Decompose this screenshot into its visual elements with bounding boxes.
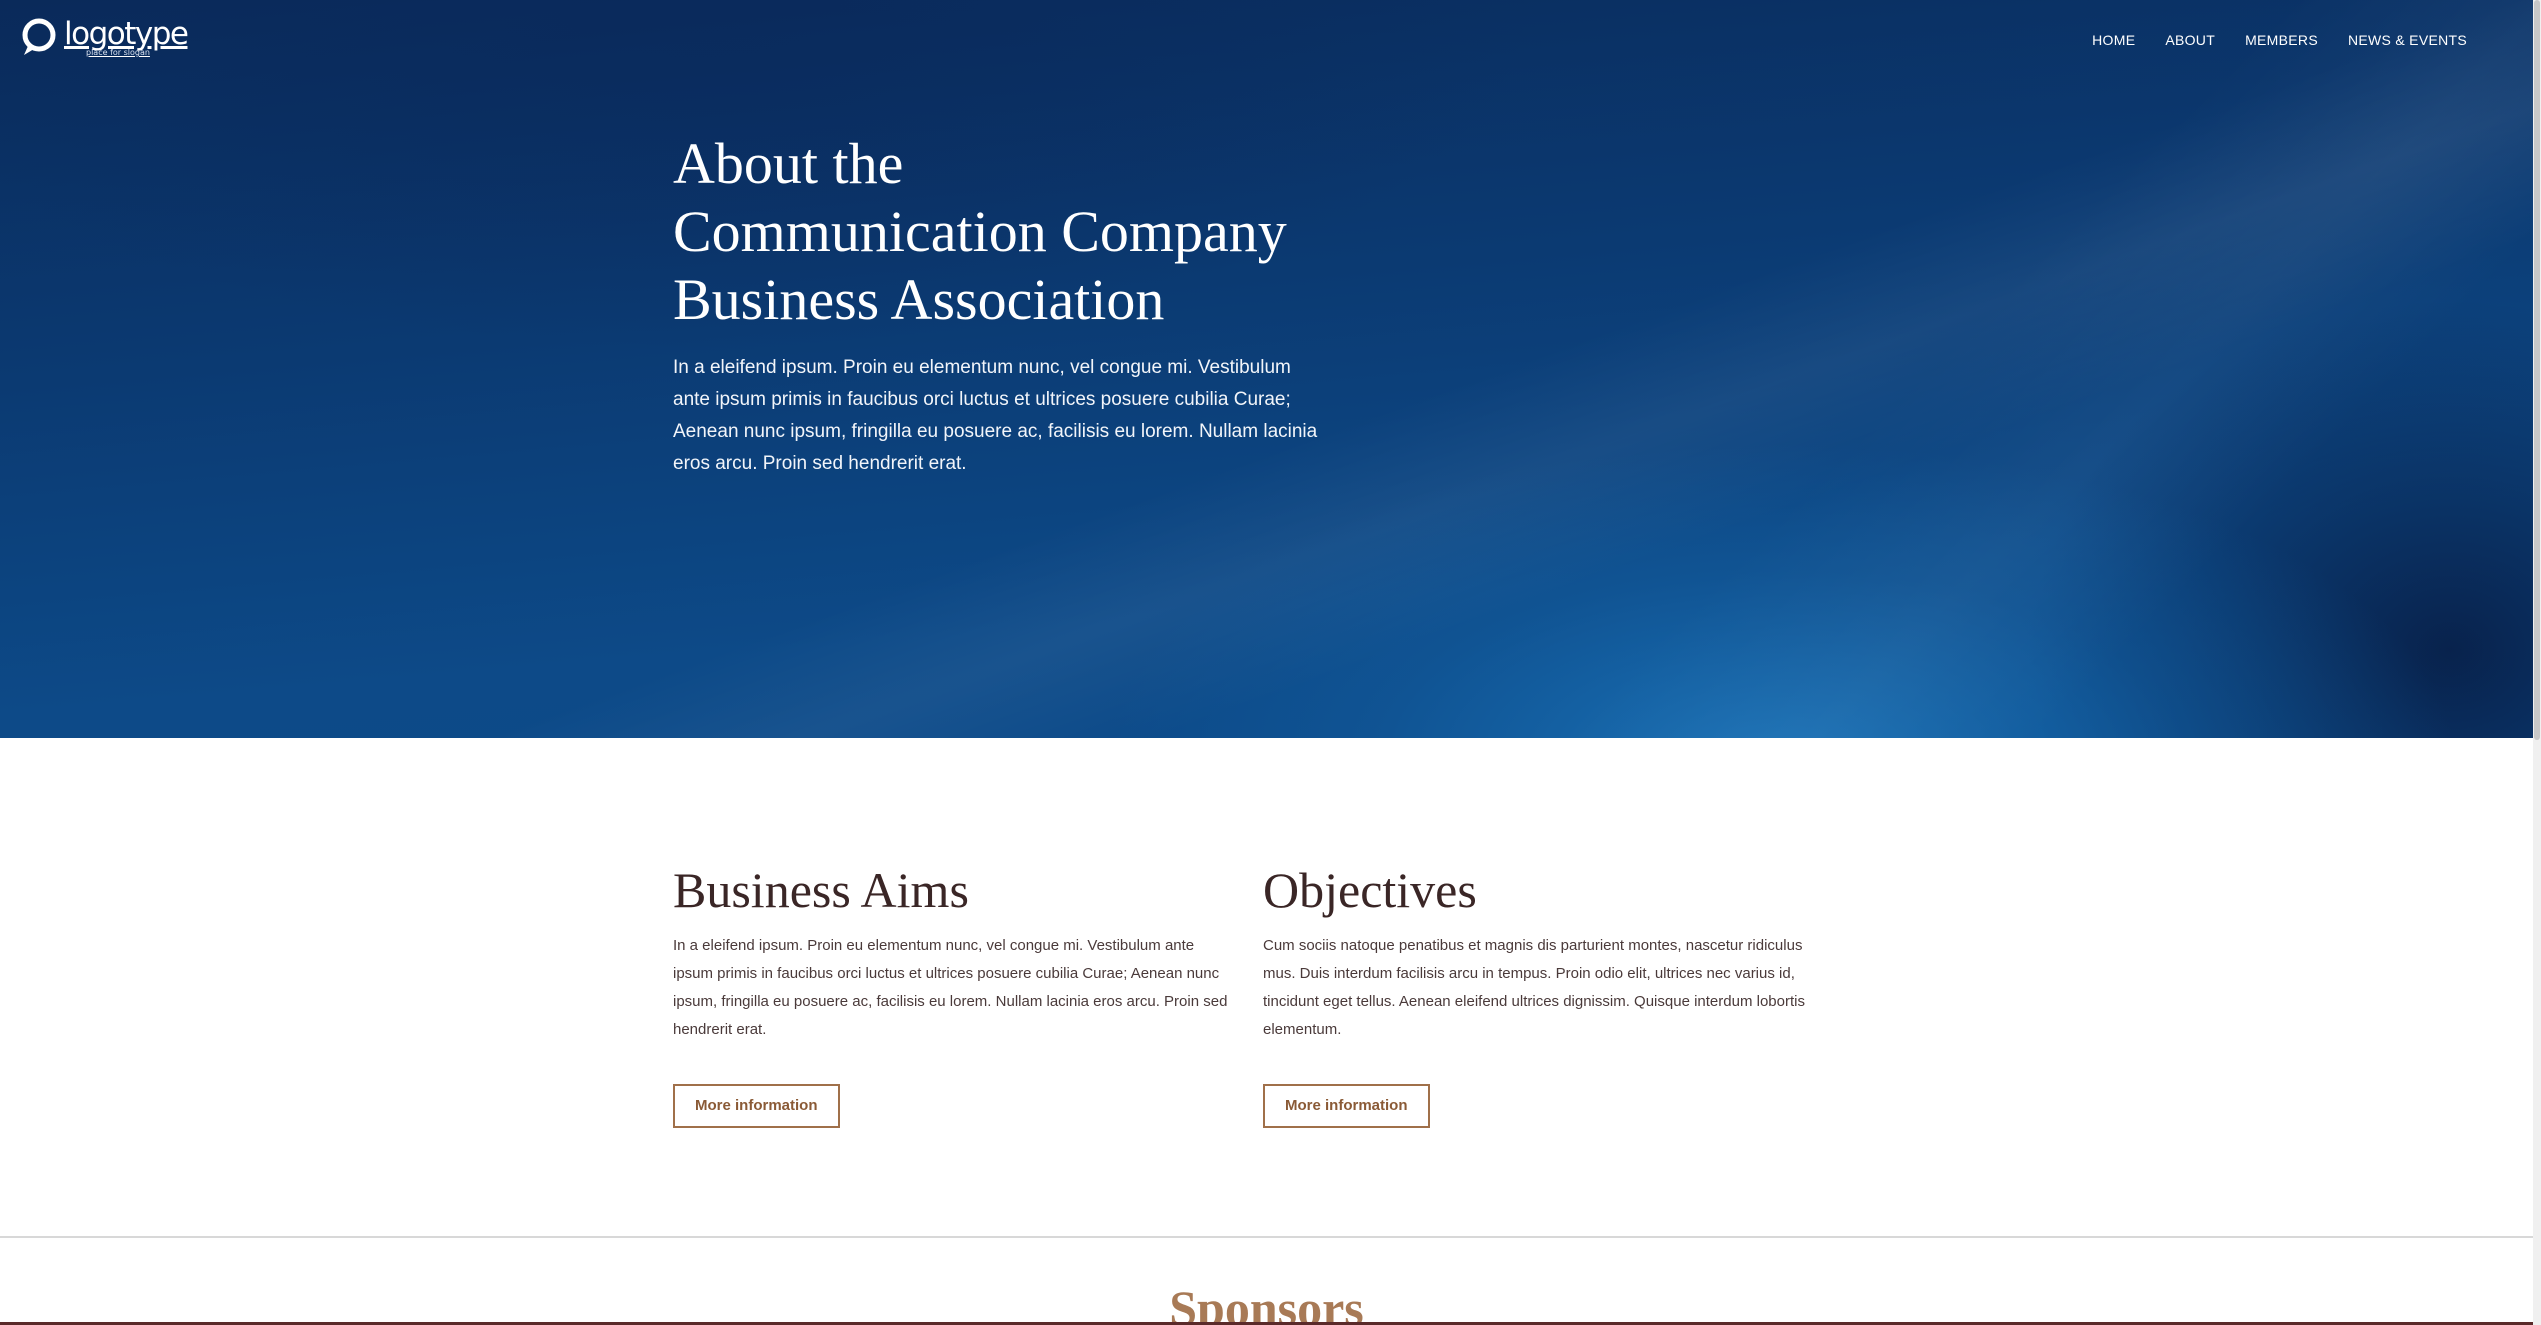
nav-item-news-events[interactable]: NEWS & EVENTS bbox=[2348, 32, 2467, 48]
business-aims-body: In a eleifend ipsum. Proin eu elementum … bbox=[673, 937, 1228, 1038]
objectives-body: Cum sociis natoque penatibus et magnis d… bbox=[1263, 937, 1805, 1038]
hero-section: logotype place for slogan HOME ABOUT MEM… bbox=[0, 0, 2533, 738]
hero-title-line-2: Communication Company bbox=[673, 199, 1287, 264]
logo-slogan: place for slogan bbox=[86, 48, 150, 57]
sponsors-title: Sponsors bbox=[1169, 1280, 1364, 1325]
logo[interactable]: logotype place for slogan bbox=[20, 16, 189, 58]
business-aims-title: Business Aims bbox=[673, 862, 969, 918]
main-nav: HOME ABOUT MEMBERS NEWS & EVENTS bbox=[2092, 32, 2467, 48]
business-aims-section: Business Aims In a eleifend ipsum. Proin… bbox=[673, 860, 1227, 1128]
objectives-section: Objectives Cum sociis natoque penatibus … bbox=[1263, 860, 1808, 1128]
objectives-title: Objectives bbox=[1263, 862, 1477, 918]
hero-title-line-3: Business Association bbox=[673, 267, 1165, 332]
logo-text: logotype bbox=[64, 16, 189, 52]
page: logotype place for slogan HOME ABOUT MEM… bbox=[0, 0, 2541, 1325]
scrollbar[interactable] bbox=[2533, 0, 2541, 1325]
logo-text-wrap: logotype place for slogan bbox=[64, 16, 189, 57]
section-divider bbox=[0, 1236, 2533, 1238]
logo-mark-icon bbox=[22, 18, 56, 55]
hero-body: In a eleifend ipsum. Proin eu elementum … bbox=[673, 357, 1318, 474]
hero-title: About the Communication Company Business… bbox=[673, 130, 1373, 334]
scrollbar-thumb[interactable] bbox=[2534, 0, 2540, 740]
objectives-more-information-button[interactable]: More information bbox=[1263, 1084, 1430, 1128]
nav-item-home[interactable]: HOME bbox=[2092, 32, 2135, 48]
hero-title-line-1: About the bbox=[673, 131, 904, 196]
nav-item-about[interactable]: ABOUT bbox=[2165, 32, 2215, 48]
nav-item-members[interactable]: MEMBERS bbox=[2245, 32, 2318, 48]
aims-more-information-button[interactable]: More information bbox=[673, 1084, 840, 1128]
